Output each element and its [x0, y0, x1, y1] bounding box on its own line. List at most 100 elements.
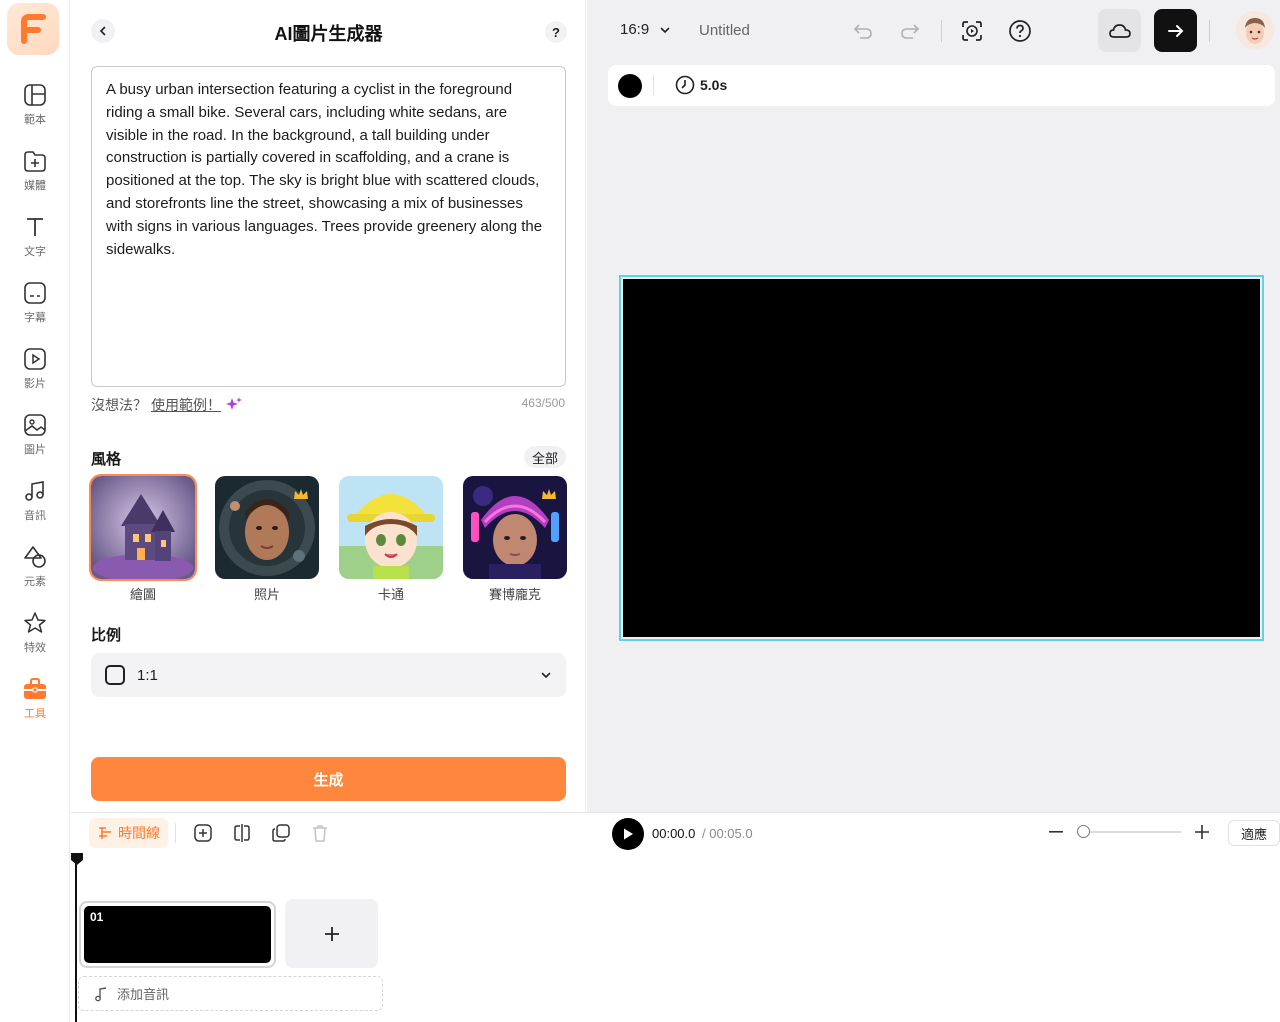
arrow-right-icon [1167, 24, 1183, 37]
zoom-slider-handle[interactable] [1077, 825, 1090, 838]
rail-subtitles[interactable]: 字幕 [0, 280, 70, 340]
add-clip-button[interactable] [285, 899, 378, 968]
style-card-drawing[interactable]: 繪圖 [89, 474, 197, 603]
timeline-icon [99, 827, 111, 839]
rail-label: 文字 [24, 246, 46, 258]
scene-clip[interactable]: 01 [79, 901, 276, 968]
rail-label: 工具 [24, 708, 46, 720]
cyberpunk-style-thumbnail [463, 476, 567, 579]
rail-label: 影片 [24, 378, 46, 390]
chevron-down-icon [541, 672, 551, 679]
rail-text[interactable]: 文字 [0, 214, 70, 274]
style-name: 繪圖 [129, 587, 156, 602]
zoom-slider-track[interactable] [1081, 831, 1181, 833]
logo-f-icon [21, 14, 46, 44]
canvas-selection-frame[interactable] [619, 275, 1264, 641]
duplicate-button[interactable] [269, 821, 293, 845]
scene-toolbar: 5.0s [608, 65, 1275, 106]
top-toolbar: 16:9 Untitled [587, 0, 1280, 62]
left-rail: 範本 媒體 文字 字幕 影片 圖片 音訊 元素 特效 工具 [0, 0, 70, 1022]
duration-control[interactable]: 5.0s [675, 75, 727, 95]
preview-play-icon [962, 21, 982, 41]
total-time: / 00:05.0 [702, 826, 753, 841]
split-button[interactable] [230, 821, 254, 845]
rail-templates[interactable]: 範本 [0, 82, 70, 142]
add-audio-label: 添加音訊 [117, 987, 170, 1002]
view-all-styles-button[interactable]: 全部 [524, 446, 567, 468]
redo-button[interactable] [896, 17, 924, 45]
use-example-link[interactable]: 使用範例！ [151, 395, 221, 415]
cartoon-style-thumbnail [339, 476, 443, 579]
timeline-divider [175, 823, 176, 843]
export-button[interactable] [1154, 9, 1197, 52]
timeline-tab[interactable]: 時間線 [89, 818, 168, 848]
undo-icon [853, 24, 872, 39]
style-card-cartoon[interactable]: 卡通 [339, 476, 443, 603]
music-note-icon [95, 986, 107, 1001]
sparkle-icon [226, 397, 242, 410]
split-icon [234, 824, 250, 842]
scene-toolbar-divider [653, 75, 654, 95]
preview-button[interactable] [958, 17, 986, 45]
prompt-input[interactable]: A busy urban intersection featuring a cy… [91, 66, 566, 387]
undo-button[interactable] [849, 17, 877, 45]
app-logo[interactable] [7, 3, 59, 55]
aspect-ratio-value: 16:9 [620, 21, 650, 38]
rail-label: 元素 [24, 576, 46, 588]
templates-icon [24, 84, 46, 106]
ratio-value: 1:1 [137, 666, 158, 684]
add-scene-button[interactable] [191, 821, 215, 845]
style-name: 卡通 [377, 587, 404, 602]
playhead[interactable] [75, 861, 77, 1022]
rail-image[interactable]: 圖片 [0, 412, 70, 472]
clip-number: 01 [90, 910, 104, 924]
ratio-section-label: 比例 [91, 627, 122, 644]
zoom-out-button[interactable] [1047, 822, 1065, 842]
help-button[interactable]: ? [545, 21, 567, 43]
zoom-in-button[interactable] [1193, 822, 1211, 842]
playhead-handle-icon[interactable] [71, 853, 83, 865]
premium-crown-icon [294, 489, 308, 499]
toolbox-icon [24, 678, 46, 699]
trash-icon [313, 825, 327, 842]
rail-audio[interactable]: 音訊 [0, 478, 70, 538]
play-button[interactable] [612, 818, 644, 850]
aspect-ratio-dropdown[interactable]: 16:9 [620, 21, 671, 38]
subtitles-icon [24, 282, 46, 304]
video-canvas[interactable] [623, 279, 1260, 637]
current-time: 00:00.0 [652, 826, 696, 841]
delete-button[interactable] [308, 821, 332, 845]
add-audio-button[interactable]: 添加音訊 [78, 976, 383, 1011]
cloud-save-button[interactable] [1098, 9, 1141, 52]
help-center-button[interactable] [1006, 17, 1034, 45]
rail-label: 特效 [24, 642, 46, 654]
style-name: 賽博龐克 [488, 587, 541, 602]
fit-button[interactable]: 適應 [1228, 820, 1280, 846]
style-card-photo[interactable]: 照片 [215, 476, 319, 603]
plus-icon [1195, 825, 1209, 839]
panel-title: AI圖片生成器 [274, 24, 383, 44]
chevron-down-icon [660, 27, 670, 33]
style-name: 照片 [253, 587, 280, 602]
generate-button[interactable]: 生成 [91, 757, 566, 801]
rail-label: 字幕 [24, 312, 46, 324]
style-card-cyberpunk[interactable]: 賽博龐克 [463, 476, 567, 603]
play-icon [624, 828, 633, 840]
user-avatar[interactable] [1236, 11, 1274, 49]
drawing-style-thumbnail [89, 474, 197, 581]
plus-icon [324, 926, 339, 941]
ai-image-generator-panel: AI圖片生成器 ? A busy urban intersection feat… [71, 0, 586, 812]
minus-icon [1049, 831, 1063, 833]
background-color-swatch[interactable] [618, 74, 642, 98]
rail-media[interactable]: 媒體 [0, 148, 70, 208]
plus-square-icon [194, 824, 212, 842]
ratio-select[interactable]: 1:1 [91, 653, 566, 697]
timeline-panel: 時間線 00:00.0 / 00:05.0 適應 01 添加音訊 [71, 812, 1280, 1022]
rail-tools[interactable]: 工具 [0, 676, 70, 736]
rail-effects[interactable]: 特效 [0, 610, 70, 670]
document-title[interactable]: Untitled [699, 22, 750, 39]
toolbar-divider [1209, 20, 1210, 42]
rail-video[interactable]: 影片 [0, 346, 70, 406]
prompt-hint: 沒想法？ 使用範例！ [91, 395, 243, 415]
rail-elements[interactable]: 元素 [0, 544, 70, 604]
